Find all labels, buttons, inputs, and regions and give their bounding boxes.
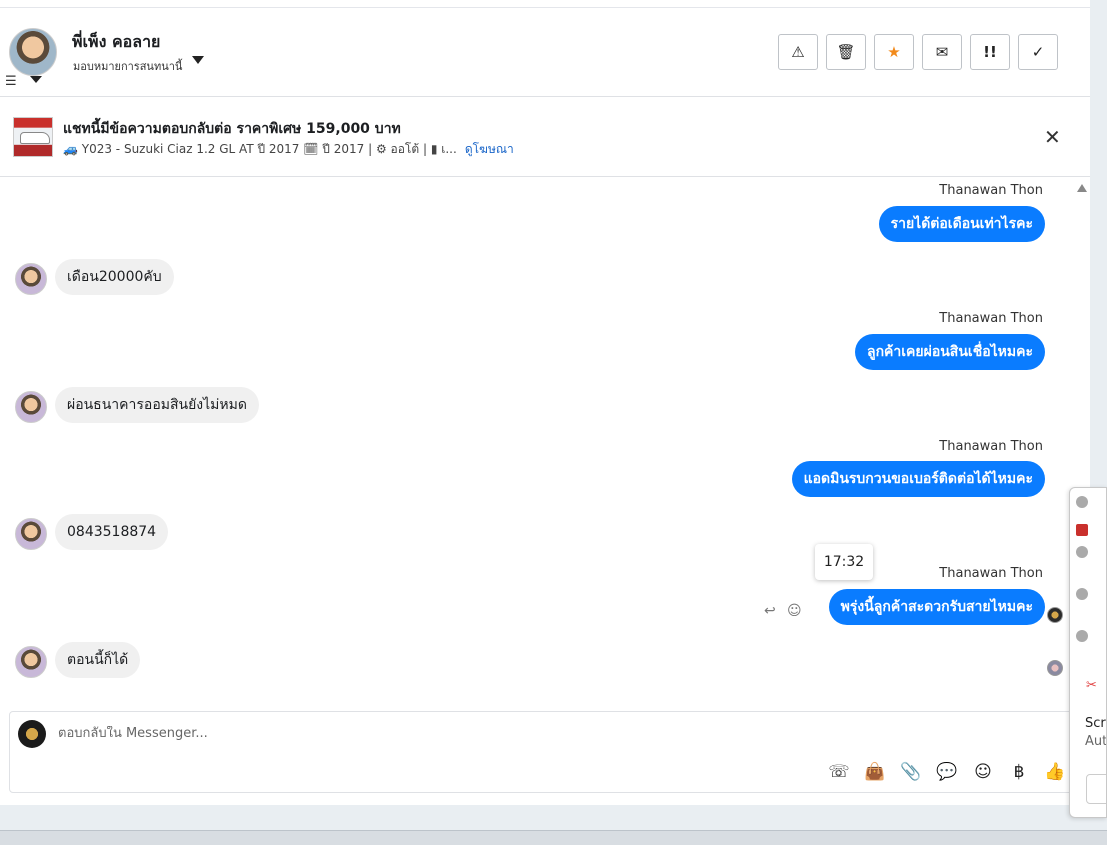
outgoing-message[interactable]: แอดมินรบกวนขอเบอร์ติดต่อได้ไหมคะ [791, 461, 1045, 497]
mini-avatar [1076, 630, 1088, 642]
mini-avatar [1076, 546, 1088, 558]
chevron-down-icon[interactable] [192, 56, 204, 64]
baht-icon[interactable]: ฿ [1008, 761, 1030, 783]
close-icon[interactable]: ✕ [1044, 125, 1061, 149]
contact-avatar-small [15, 518, 47, 550]
chevron-down-icon[interactable] [30, 76, 42, 83]
seen-indicator-icon [1047, 607, 1063, 623]
emoji-icon[interactable]: ☺ [972, 761, 994, 783]
star-icon: ★ [887, 43, 901, 61]
inbox-conversation-view: ☰ พี่เพ็ง คอลาย มอบหมายการสนทนานี้ ⚠ 🗑 ★… [0, 0, 1090, 805]
envelope-icon: ✉ [935, 43, 949, 61]
read-receipt-icon [1047, 660, 1063, 676]
call-add-icon[interactable]: ☏ [828, 761, 850, 783]
mini-avatar [1076, 588, 1088, 600]
panel-button[interactable] [1086, 774, 1106, 804]
outgoing-message[interactable]: รายได้ต่อเดือนเท่าไรคะ [878, 206, 1045, 242]
contact-avatar-small [15, 646, 47, 678]
star-button[interactable]: ★ [874, 34, 914, 70]
panel-title: Scre [1085, 716, 1106, 731]
incoming-message[interactable]: ผ่อนธนาคารออมสินยังไม่หมด [55, 387, 259, 423]
taskbar [0, 830, 1107, 845]
trash-icon: 🗑 [836, 43, 856, 61]
contact-avatar[interactable] [9, 28, 57, 76]
sender-name: Thanawan Thon [939, 311, 1043, 326]
react-icon[interactable]: ☺ [787, 603, 802, 619]
outgoing-message[interactable]: ลูกค้าเคยผ่อนสินเชื่อไหมคะ [854, 334, 1045, 370]
sender-name: Thanawan Thon [939, 439, 1043, 454]
warning-icon: ⚠ [791, 43, 805, 61]
assign-conversation-dropdown[interactable]: มอบหมายการสนทนานี้ [73, 57, 182, 75]
follow-up-icon: !! [983, 43, 997, 61]
saved-reply-icon[interactable]: 💬 [936, 761, 958, 783]
screenshot-popup-panel[interactable]: ✂ Scre Aut [1069, 487, 1107, 818]
scissors-icon: ✂ [1086, 678, 1097, 693]
mini-avatar [1076, 496, 1088, 508]
car-thumbnail [13, 117, 53, 157]
panel-subtitle: Aut [1085, 734, 1107, 749]
reply-composer: ☏ 👜 📎 💬 ☺ ฿ 👍 [9, 711, 1074, 793]
sender-name: Thanawan Thon [939, 566, 1043, 581]
reply-input[interactable] [58, 726, 958, 741]
timestamp-tooltip: 17:32 [815, 544, 873, 580]
banner-subtitle-text: 🚙 Y023 - Suzuki Ciaz 1.2 GL AT ปี 2017 🗓… [63, 142, 457, 156]
like-icon[interactable]: 👍 [1044, 761, 1066, 783]
contact-avatar-small [15, 391, 47, 423]
top-divider [0, 0, 1090, 8]
ad-context-banner: แชทนี้มีข้อความตอบกลับต่อ ราคาพิเศษ 159,… [0, 97, 1090, 177]
check-icon: ✓ [1031, 43, 1045, 61]
reply-icon[interactable]: ↩ [764, 603, 776, 619]
outgoing-message[interactable]: พรุ่งนี้ลูกค้าสะดวกรับสายไหมคะ [828, 589, 1045, 625]
mark-unread-button[interactable]: ✉ [922, 34, 962, 70]
page-avatar [18, 720, 46, 748]
banner-subtitle: 🚙 Y023 - Suzuki Ciaz 1.2 GL AT ปี 2017 🗓… [63, 140, 514, 159]
scroll-up-arrow[interactable] [1077, 184, 1087, 192]
mark-done-button[interactable]: ✓ [1018, 34, 1058, 70]
view-ad-link[interactable]: ดูโฆษณา [465, 142, 514, 156]
banner-title: แชทนี้มีข้อความตอบกลับต่อ ราคาพิเศษ 159,… [63, 121, 401, 137]
follow-up-button[interactable]: !! [970, 34, 1010, 70]
incoming-message[interactable]: ตอนนี้ก็ได้ [55, 642, 141, 678]
delete-button[interactable]: 🗑 [826, 34, 866, 70]
contact-name[interactable]: พี่เพ็ง คอลาย [72, 30, 160, 55]
shopping-bag-icon[interactable]: 👜 [864, 761, 886, 783]
mark-spam-button[interactable]: ⚠ [778, 34, 818, 70]
contact-avatar-small [15, 263, 47, 295]
incoming-message[interactable]: 0843518874 [55, 514, 169, 550]
conversation-header: ☰ พี่เพ็ง คอลาย มอบหมายการสนทนานี้ ⚠ 🗑 ★… [0, 8, 1090, 97]
filter-icon[interactable]: ☰ [5, 74, 17, 89]
incoming-message[interactable]: เดือน20000คับ [55, 259, 174, 295]
attach-icon[interactable]: 📎 [900, 761, 922, 783]
sender-name: Thanawan Thon [939, 183, 1043, 198]
mini-thumbnail [1076, 524, 1088, 536]
